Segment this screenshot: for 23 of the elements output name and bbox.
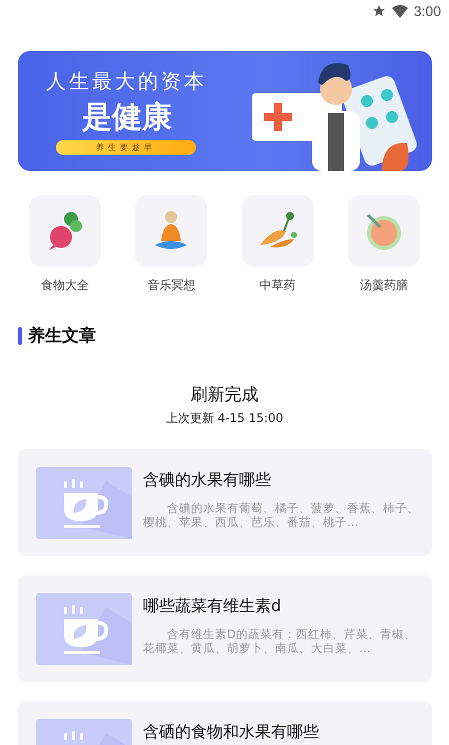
article-card[interactable]: 哪些蔬菜有维生素d 含有维生素D的蔬菜有：西红柿、芹菜、青椒、花椰菜、黄瓜、胡萝卜、南瓜、大白菜、… (18, 575, 432, 682)
article-title: 哪些蔬菜有维生素d (143, 596, 282, 617)
banner[interactable]: 人生最大的资本 是健康 养生要趁早 (18, 51, 432, 171)
article-summary: 含碘的水果有葡萄、橘子、菠萝、香蕉、柿子、樱桃、苹果、西瓜、芭乐、番茄、桃子… (143, 501, 420, 529)
article-title: 含硒的食物和水果有哪些 (143, 722, 319, 743)
banner-tag: 养生要趁早 (56, 140, 196, 154)
star-icon (372, 4, 386, 18)
article-card[interactable]: 含硒的食物和水果有哪些 (18, 701, 432, 745)
section-title: 养生文章 (28, 325, 96, 347)
article-summary: 含有维生素D的蔬菜有：西红柿、芹菜、青椒、花椰菜、黄瓜、胡萝卜、南瓜、大白菜、… (143, 627, 417, 655)
category-button[interactable]: 食物大全 (12, 195, 118, 294)
wifi-icon (392, 4, 408, 18)
status-time: 3:00 (414, 3, 441, 19)
banner-subline: 是健康 (82, 98, 172, 136)
category-button[interactable]: 汤羹药膳 (330, 195, 437, 294)
last-updated-text: 上次更新 4-15 15:00 (166, 410, 284, 427)
article-card[interactable]: 含碘的水果有哪些 含碘的水果有葡萄、橘子、菠萝、香蕉、柿子、樱桃、苹果、西瓜、芭乐、番茄、桃子… (18, 449, 432, 556)
category-button[interactable]: 中草药 (224, 195, 331, 294)
category-button[interactable]: 音乐冥想 (118, 195, 224, 294)
refresh-status: 刷新完成 (190, 384, 258, 406)
banner-headline: 人生最大的资本 (46, 68, 207, 94)
section-marker (18, 326, 22, 344)
article-title: 含碘的水果有哪些 (143, 470, 272, 491)
